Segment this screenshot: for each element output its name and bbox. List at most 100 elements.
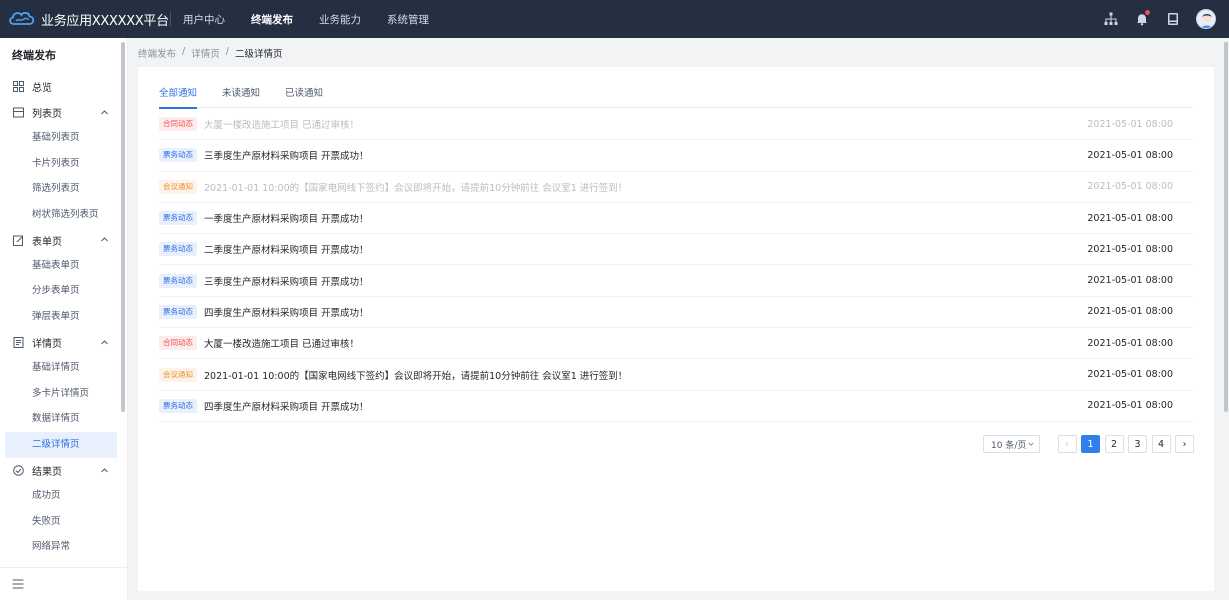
sidebar-item-basic-detail[interactable]: 基础详情页 — [0, 355, 127, 381]
notification-text: 2021-01-01 10:00的【国家电网线下签约】会议即将开始，请提前10分… — [204, 370, 628, 382]
sidebar-title: 终端发布 — [12, 49, 56, 62]
sidebar-item-filter-list[interactable]: 筛选列表页 — [0, 176, 127, 202]
topnav-terminal-publish[interactable]: 终端发布 — [251, 12, 293, 27]
sidebar-item-basic-list[interactable]: 基础列表页 — [0, 125, 127, 151]
book-icon[interactable] — [1165, 11, 1181, 27]
brand[interactable]: 业务应用XXXXXX平台 — [0, 0, 170, 38]
notification-row[interactable]: 会议通知 2021-01-01 10:00的【国家电网线下签约】会议即将开始，请提… — [159, 172, 1193, 203]
document-icon — [12, 336, 24, 348]
notification-row[interactable]: 票务动态 四季度生产原材料采购项目 开票成功！ 2021-05-01 08:00 — [159, 297, 1193, 329]
page-button-3[interactable]: 3 — [1128, 435, 1147, 453]
sitemap-icon[interactable] — [1103, 11, 1119, 27]
sidebar-group-detail[interactable]: 详情页 — [0, 330, 127, 356]
topnav-system-management[interactable]: 系统管理 — [387, 12, 429, 27]
sidebar-group-label: 详情页 — [32, 338, 62, 350]
sidebar-item-card-list[interactable]: 卡片列表页 — [0, 151, 127, 177]
sidebar-item-network-error[interactable]: 网络异常 — [0, 534, 127, 560]
top-bar: 业务应用XXXXXX平台 用户中心 终端发布 业务能力 系统管理 — [0, 0, 1229, 38]
sidebar-item-label: 总览 — [32, 83, 52, 95]
notification-text: 二季度生产原材料采购项目 开票成功！ — [204, 245, 369, 257]
notification-time: 2021-05-01 08:00 — [1087, 212, 1173, 224]
sidebar-item-overview[interactable]: 总览 — [0, 74, 127, 100]
sidebar-item-basic-form[interactable]: 基础表单页 — [0, 253, 127, 279]
notification-time: 2021-05-01 08:00 — [1087, 369, 1173, 381]
cloud-logo-icon — [8, 9, 36, 30]
notification-row[interactable]: 票务动态 三季度生产原材料采购项目 开票成功！ 2021-05-01 08:00 — [159, 265, 1193, 297]
topnav-user-center[interactable]: 用户中心 — [183, 12, 225, 27]
breadcrumb-item[interactable]: 详情页 — [191, 46, 220, 60]
sidebar-item-tree-filter-list[interactable]: 树状筛选列表页 — [0, 202, 127, 228]
chevron-up-icon — [101, 109, 108, 114]
sidebar-item-multi-card-detail[interactable]: 多卡片详情页 — [0, 381, 127, 407]
notification-time: 2021-05-01 08:00 — [1087, 400, 1173, 412]
chevron-up-icon — [101, 339, 108, 345]
notification-row[interactable]: 合同动态 大厦一楼改造施工项目 已通过审核！ 2021-05-01 08:00 — [159, 328, 1193, 360]
notification-text: 四季度生产原材料采购项目 开票成功！ — [204, 307, 369, 319]
notification-text: 三季度生产原材料采购项目 开票成功！ — [204, 151, 369, 163]
avatar[interactable] — [1196, 9, 1216, 29]
breadcrumb-current: 二级详情页 — [234, 49, 283, 60]
bell-icon[interactable] — [1134, 10, 1150, 27]
notification-time: 2021-05-01 08:00 — [1087, 306, 1173, 318]
breadcrumb-separator: / — [225, 46, 229, 57]
page-button-4[interactable]: 4 — [1151, 435, 1171, 453]
tab-read[interactable]: 已读通知 — [285, 84, 323, 108]
notification-time: 2021-05-01 08:00 — [1087, 181, 1173, 193]
notification-row[interactable]: 票务动态 二季度生产原材料采购项目 开票成功！ 2021-05-01 08:00 — [159, 234, 1193, 266]
notification-tag-badge: 票务动态 — [159, 242, 197, 257]
top-nav: 用户中心 终端发布 业务能力 系统管理 — [183, 0, 455, 38]
notification-tag-badge: 合同动态 — [159, 117, 197, 132]
notification-text: 2021-01-01 10:00的【国家电网线下签约】会议即将开始，请提前10分… — [204, 182, 628, 194]
page-size-value: 10 条/页 — [991, 440, 1027, 451]
notification-time: 2021-05-01 08:00 — [1087, 337, 1173, 349]
main-scrollbar[interactable] — [1224, 42, 1228, 412]
prev-page-button[interactable]: ‹ — [1057, 435, 1077, 453]
notification-dot — [1145, 10, 1150, 15]
topnav-business-ability[interactable]: 业务能力 — [319, 12, 361, 27]
sidebar-item-success[interactable]: 成功页 — [0, 483, 127, 509]
notification-list: 合同动态 大厦一楼改造施工项目 已通过审核！ 2021-05-01 08:00 票务动… — [159, 109, 1193, 422]
notification-text: 四季度生产原材料采购项目 开票成功！ — [204, 401, 369, 413]
next-page-button[interactable]: › — [1175, 435, 1194, 453]
notification-tag-badge: 会议通知 — [159, 367, 197, 382]
notification-time: 2021-05-01 08:00 — [1087, 243, 1173, 255]
notification-row[interactable]: 票务动态 四季度生产原材料采购项目 开票成功！ 2021-05-01 08:00 — [159, 391, 1193, 422]
notification-text: 一季度生产原材料采购项目 开票成功！ — [204, 214, 369, 226]
notification-card: 全部通知 未读通知 已读通知 合同动态 大厦一楼改造施工项目 已通过审核！ 2021… — [138, 67, 1214, 591]
sidebar-group-result[interactable]: 结果页 — [0, 458, 127, 484]
notification-text: 大厦一楼改造施工项目 已通过审核！ — [204, 120, 360, 132]
menu-collapse-icon[interactable] — [12, 578, 24, 590]
sidebar-item-fail[interactable]: 失败页 — [0, 509, 127, 535]
notification-time: 2021-05-01 08:00 — [1087, 275, 1173, 287]
notification-tag-badge: 票务动态 — [159, 211, 197, 226]
sidebar: 终端发布 总览 列表页 基础列表页 卡片列表页 筛选列表页 树状筛选列表页 表单… — [0, 38, 128, 600]
notification-row[interactable]: 合同动态 大厦一楼改造施工项目 已通过审核！ 2021-05-01 08:00 — [159, 109, 1193, 141]
page-button-2[interactable]: 2 — [1104, 435, 1124, 453]
edit-form-icon — [12, 234, 24, 246]
top-icons — [1103, 0, 1229, 38]
sidebar-group-list[interactable]: 列表页 — [0, 100, 127, 126]
notification-row[interactable]: 会议通知 2021-01-01 10:00的【国家电网线下签约】会议即将开始，请提… — [159, 359, 1193, 391]
sidebar-item-modal-form[interactable]: 弹层表单页 — [0, 304, 127, 330]
chevron-up-icon — [101, 237, 108, 242]
check-circle-icon — [12, 464, 24, 476]
sidebar-scrollbar[interactable] — [121, 42, 125, 412]
sidebar-item-step-form[interactable]: 分步表单页 — [0, 278, 127, 304]
notification-tag-badge: 票务动态 — [159, 304, 197, 319]
sidebar-group-form[interactable]: 表单页 — [0, 227, 127, 253]
breadcrumb-item[interactable]: 终端发布 — [138, 46, 176, 60]
notification-tag-badge: 票务动态 — [159, 148, 197, 163]
sidebar-item-secondary-detail[interactable]: 二级详情页 — [5, 431, 117, 458]
notification-time: 2021-05-01 08:00 — [1087, 149, 1173, 161]
notification-row[interactable]: 票务动态 一季度生产原材料采购项目 开票成功！ 2021-05-01 08:00 — [159, 203, 1193, 235]
notification-tag-badge: 票务动态 — [159, 398, 197, 413]
chevron-up-icon — [101, 467, 108, 472]
notification-row[interactable]: 票务动态 三季度生产原材料采购项目 开票成功！ 2021-05-01 08:00 — [159, 140, 1193, 172]
notification-tag-badge: 票务动态 — [159, 273, 197, 288]
sidebar-group-label: 结果页 — [32, 466, 62, 478]
page-size-select[interactable]: 10 条/页 — [983, 435, 1040, 453]
page-button-1[interactable]: 1 — [1081, 435, 1100, 453]
tab-unread[interactable]: 未读通知 — [222, 84, 260, 108]
sidebar-item-data-detail[interactable]: 数据详情页 — [0, 406, 127, 432]
tab-all[interactable]: 全部通知 — [159, 84, 198, 109]
